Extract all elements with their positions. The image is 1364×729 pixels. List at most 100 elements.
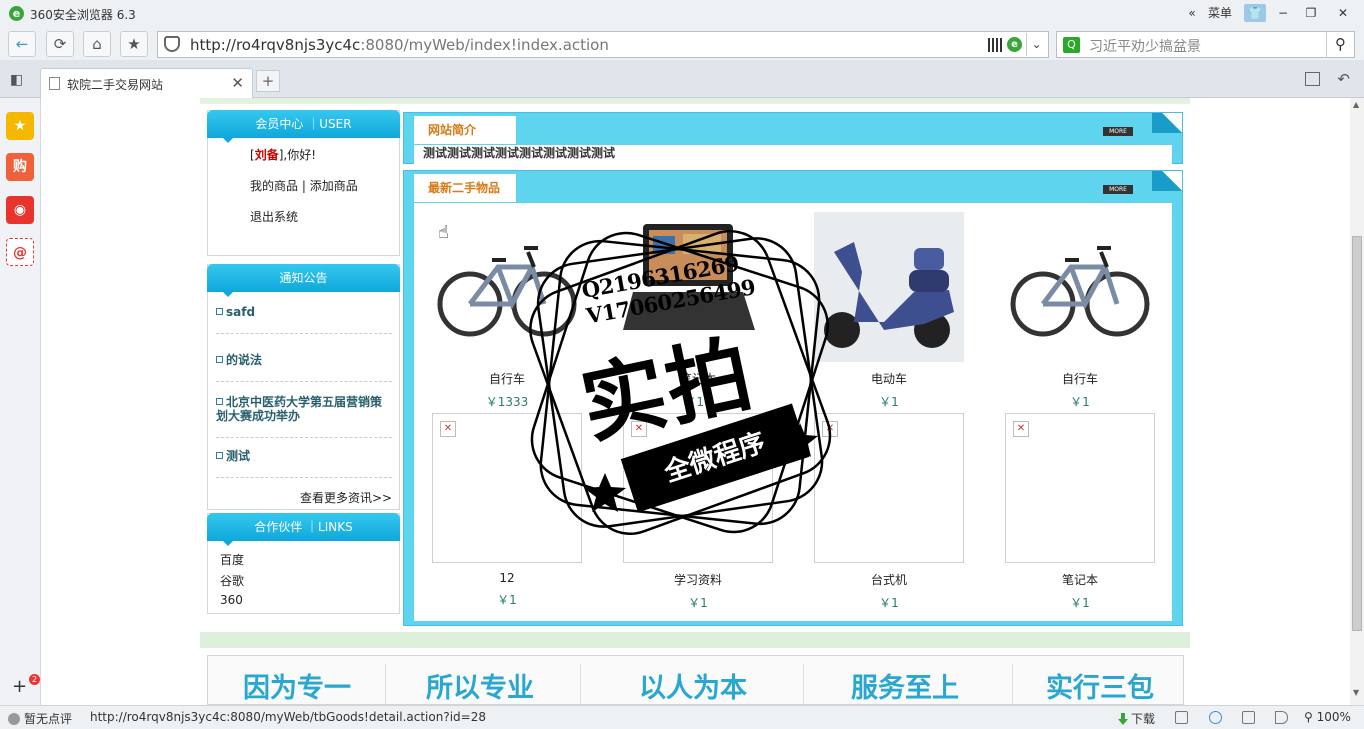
greeting-text: ],你好!	[278, 148, 317, 162]
screen-icon[interactable]	[1242, 711, 1255, 724]
goods-name[interactable]: 台式机	[814, 571, 964, 588]
back-button[interactable]: ←	[8, 31, 36, 57]
search-engine-icon[interactable]: Q	[1063, 37, 1080, 53]
scrollbar-thumb[interactable]	[1352, 236, 1362, 631]
my-goods-link[interactable]: 我的商品	[250, 179, 298, 193]
goods-item[interactable]: 台式机 ￥1	[814, 413, 964, 611]
home-icon: ⌂	[92, 35, 102, 53]
browser-logo-icon: e	[9, 6, 24, 21]
title-bar: e 360安全浏览器 6.3 « 菜单 👕 − ❐ ✕	[0, 0, 1364, 28]
broken-image-icon[interactable]	[432, 413, 582, 563]
address-bar[interactable]: http://ro4rqv8njs3yc4c:8080/myWeb/index!…	[157, 31, 1049, 58]
download-button[interactable]: 下载	[1118, 710, 1155, 727]
rating-status[interactable]: 暂无点评	[8, 710, 72, 727]
status-bar: 暂无点评 http://ro4rqv8njs3yc4c:8080/myWeb/t…	[0, 705, 1364, 729]
speaker-icon[interactable]	[1275, 711, 1288, 724]
goods-item[interactable]: 电动车 ￥1	[814, 212, 964, 410]
email-icon[interactable]: @	[6, 238, 34, 266]
scroll-up-icon[interactable]: ▲	[1353, 100, 1359, 109]
vertical-scrollbar[interactable]: ▲ ▼	[1350, 98, 1364, 705]
sidebar-toggle-icon[interactable]: ◧	[10, 72, 23, 88]
member-header: 会员中心 ｜USER	[207, 110, 400, 143]
goods-item[interactable]: 自行车 ￥1333	[432, 212, 582, 410]
weibo-icon[interactable]: ◉	[6, 196, 34, 224]
logout-link[interactable]: 退出系统	[250, 208, 298, 225]
greeting: [刘备],你好!	[250, 146, 316, 163]
notice-title: 北京中医药大学第五届营销策划大赛成功举办	[216, 395, 383, 423]
broken-image-icon[interactable]	[814, 413, 964, 563]
goods-price: ￥1	[1070, 395, 1090, 409]
shopping-icon[interactable]: 购	[6, 153, 34, 181]
intro-box: 网站简介 MORE 测试测试测试测试测试测试测试测试	[403, 112, 1183, 165]
partner-link[interactable]: 谷歌	[220, 572, 244, 589]
partners-panel: 合作伙伴 ｜LINKS 百度 谷歌 360	[207, 513, 400, 614]
minimize-button[interactable]: −	[1274, 4, 1292, 22]
intro-more-button[interactable]: MORE	[1103, 127, 1133, 136]
goods-name[interactable]: 电动车	[814, 370, 964, 387]
goods-name[interactable]: 笔记本	[623, 370, 773, 387]
goods-image[interactable]	[432, 212, 582, 362]
notice-item[interactable]: 的说法	[216, 353, 392, 382]
new-tab-button[interactable]: +	[256, 70, 280, 92]
skin-shirt-icon[interactable]: 👕	[1244, 4, 1266, 22]
slogan-divider	[385, 664, 386, 704]
goods-item[interactable]: 笔记本 ￥10	[623, 212, 773, 410]
latest-tab: 最新二手物品	[414, 174, 516, 202]
goods-image[interactable]	[1005, 212, 1155, 362]
search-button[interactable]: ⚲	[1326, 32, 1354, 57]
goods-item[interactable]: 自行车 ￥1	[1005, 212, 1155, 410]
qr-code-icon[interactable]	[988, 38, 1002, 52]
tab-active[interactable]: 软院二手交易网站 ✕	[40, 68, 253, 98]
scroll-down-icon[interactable]: ▼	[1353, 688, 1359, 697]
close-window-button[interactable]: ✕	[1334, 4, 1352, 22]
intro-tab: 网站简介	[414, 116, 516, 144]
goods-name[interactable]: 笔记本	[1005, 571, 1155, 588]
goods-item[interactable]: 笔记本 ￥1	[1005, 413, 1155, 611]
goods-item[interactable]: 12 ￥1	[432, 413, 582, 608]
goods-name[interactable]: 自行车	[432, 370, 582, 387]
broken-image-icon[interactable]	[623, 413, 773, 563]
intro-text: 测试测试测试测试测试测试测试测试	[414, 145, 1172, 165]
notice-title: 测试	[226, 449, 251, 463]
goods-item[interactable]: 学习资料 ￥1	[623, 413, 773, 611]
add-sidebar-icon[interactable]: +	[12, 676, 27, 697]
render-mode-icon[interactable]: e	[1007, 37, 1022, 52]
close-tab-icon[interactable]: ✕	[231, 74, 244, 92]
bullet-icon	[216, 356, 223, 363]
refresh-button[interactable]: ⟳	[46, 31, 74, 57]
restore-button[interactable]: ❐	[1302, 4, 1320, 22]
goods-name[interactable]: 自行车	[1005, 370, 1155, 387]
address-url[interactable]: http://ro4rqv8njs3yc4c:8080/myWeb/index!…	[190, 36, 609, 54]
window-title: 360安全浏览器 6.3	[30, 8, 136, 22]
partner-link[interactable]: 360	[220, 593, 243, 607]
chat-icon[interactable]	[1175, 711, 1188, 724]
search-box[interactable]: Q 习近平劝少搞盆景 ⚲	[1056, 31, 1355, 58]
ie-icon[interactable]	[1209, 711, 1222, 724]
search-input[interactable]: 习近平劝少搞盆景	[1089, 36, 1201, 56]
partner-link[interactable]: 百度	[220, 551, 244, 568]
more-news-link[interactable]: 查看更多资讯>>	[300, 489, 392, 506]
goods-image[interactable]	[814, 212, 964, 362]
undo-close-icon[interactable]: ↶	[1337, 70, 1350, 88]
home-button[interactable]: ⌂	[83, 31, 111, 57]
notice-item[interactable]: safd	[216, 305, 392, 334]
zoom-control[interactable]: ⚲ 100%	[1304, 710, 1351, 724]
favorite-button[interactable]: ★	[120, 31, 148, 57]
menu-button[interactable]: 菜单	[1205, 4, 1235, 22]
window-list-icon[interactable]	[1305, 72, 1320, 86]
broken-image-icon[interactable]	[1005, 413, 1155, 563]
add-goods-link[interactable]: 添加商品	[310, 179, 358, 193]
goods-image[interactable]	[623, 212, 773, 362]
goods-name[interactable]: 学习资料	[623, 571, 773, 588]
goods-name[interactable]: 12	[432, 571, 582, 585]
double-chevron-left-icon[interactable]: «	[1186, 4, 1198, 22]
slogan: 因为专一	[243, 673, 351, 704]
notice-item[interactable]: 测试	[216, 449, 392, 478]
chevron-down-icon[interactable]: ⌄	[1026, 33, 1046, 56]
user-name[interactable]: 刘备	[255, 148, 279, 162]
rating-text: 暂无点评	[24, 712, 73, 726]
url-path: :8080/myWeb/index!index.action	[360, 36, 609, 54]
latest-more-button[interactable]: MORE	[1103, 185, 1133, 194]
notice-item[interactable]: 北京中医药大学第五届营销策划大赛成功举办	[216, 395, 392, 438]
favorites-star-icon[interactable]: ★	[6, 112, 34, 140]
